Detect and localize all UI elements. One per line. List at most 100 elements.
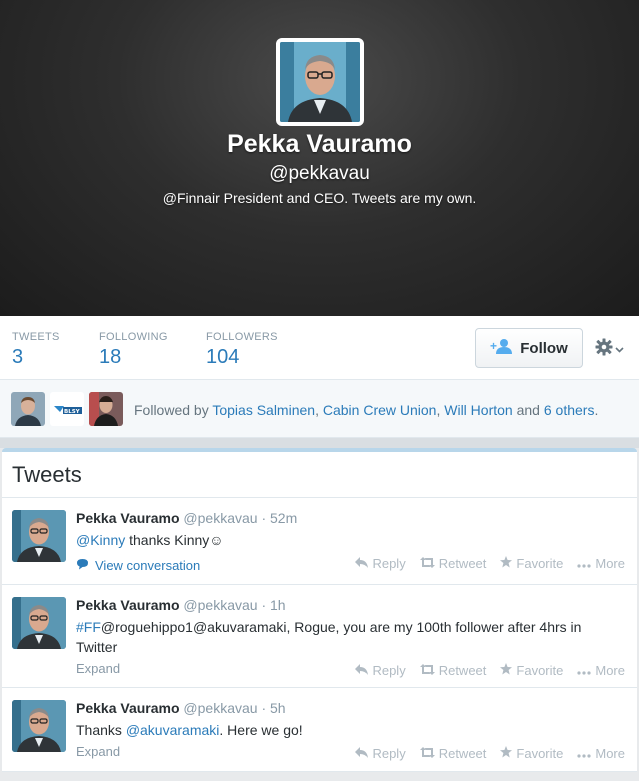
svg-text:+: + [490, 339, 497, 353]
tweets-timeline: Tweets Pekka Vauramo @pekkavau · 52m @Ki… [2, 448, 637, 772]
favorite-label: Favorite [516, 663, 564, 678]
more-dots-icon [577, 556, 591, 571]
tweet-timestamp[interactable]: 5h [270, 700, 286, 716]
stat-value: 104 [206, 346, 240, 368]
profile-avatar[interactable] [276, 38, 364, 126]
profile-handle: @pekkavau [269, 163, 370, 184]
followed-by-and: and [516, 402, 540, 418]
chevron-down-icon [615, 340, 624, 356]
favorite-label: Favorite [516, 556, 564, 571]
view-conversation-label: View conversation [95, 558, 201, 573]
favorite-label: Favorite [516, 746, 564, 761]
retweet-button[interactable]: Retweet [419, 663, 487, 678]
gear-icon [595, 338, 613, 359]
stat-followers[interactable]: FOLLOWERS 104 [206, 331, 278, 369]
reply-button[interactable]: Reply [355, 746, 406, 761]
reply-button[interactable]: Reply [355, 663, 406, 678]
star-icon [500, 556, 513, 571]
tweet[interactable]: Pekka Vauramo @pekkavau · 52m @Kinny tha… [2, 498, 637, 585]
reply-button[interactable]: Reply [355, 556, 406, 571]
star-icon [500, 746, 513, 761]
followed-by-prefix: Followed by [134, 402, 209, 418]
follower-link[interactable]: Will Horton [444, 402, 512, 418]
follower-link[interactable]: Topias Salminen [212, 402, 315, 418]
tweet-author-handle[interactable]: @pekkavau [183, 700, 257, 716]
tweet-timestamp[interactable]: 1h [270, 597, 286, 613]
reply-label: Reply [372, 663, 406, 678]
followed-by-period: . [594, 402, 599, 418]
stat-label: TWEETS [12, 331, 60, 343]
view-conversation-link[interactable]: View conversation [76, 558, 200, 573]
followed-by-text: Followed by Topias Salminen, Cabin Crew … [134, 402, 599, 418]
tweet-author-handle[interactable]: @pekkavau [183, 510, 257, 526]
tweet-author-handle[interactable]: @pekkavau [183, 597, 257, 613]
expand-link[interactable]: Expand [76, 661, 120, 676]
retweet-label: Retweet [438, 663, 487, 678]
stat-following[interactable]: FOLLOWING 18 [99, 331, 168, 369]
tweet-text: #FF@roguehippo1@akuvaramaki, Rogue, you … [76, 617, 616, 657]
retweet-button[interactable]: Retweet [419, 746, 486, 761]
more-button[interactable]: More [577, 663, 625, 678]
tweet[interactable]: Pekka Vauramo @pekkavau · 1h #FF@roguehi… [2, 585, 637, 688]
retweet-icon [419, 663, 435, 678]
followed-by-bar: BLSY Followed by Topias Salminen, Cabin … [0, 380, 639, 438]
tweet-avatar[interactable] [12, 700, 66, 752]
star-icon [500, 663, 513, 678]
tweet-body-prefix: Thanks [76, 722, 126, 738]
svg-text:BLSY: BLSY [64, 409, 81, 415]
tweet-author-name[interactable]: Pekka Vauramo [76, 510, 180, 526]
tweet-avatar[interactable] [12, 597, 66, 649]
mention-link[interactable]: @akuvaramaki [126, 722, 220, 738]
add-user-icon: + [490, 338, 513, 358]
tweet-text: @Kinny thanks Kinny☺ [76, 530, 616, 550]
hashtag-link[interactable]: #FF [76, 619, 101, 635]
retweet-button[interactable]: Retweet [419, 556, 487, 571]
tweet-actions: Reply Retweet Favorite More [355, 556, 625, 571]
follower-avatar[interactable] [11, 392, 45, 426]
stat-value: 18 [99, 346, 122, 368]
follow-button-label: Follow [520, 339, 568, 357]
more-label: More [595, 663, 625, 678]
favorite-button[interactable]: Favorite [500, 746, 563, 761]
profile-bio: @Finnair President and CEO. Tweets are m… [162, 190, 477, 206]
tweet-timestamp[interactable]: 52m [270, 510, 297, 526]
tweet-header: Pekka Vauramo @pekkavau · 5h [76, 700, 286, 716]
tweet-avatar[interactable] [12, 510, 66, 562]
stat-value: 3 [12, 346, 24, 368]
stat-tweets[interactable]: TWEETS 3 [12, 331, 60, 369]
more-label: More [595, 746, 625, 761]
follower-link[interactable]: Cabin Crew Union [323, 402, 437, 418]
others-link[interactable]: 6 others [544, 402, 595, 418]
retweet-label: Retweet [438, 556, 487, 571]
favorite-button[interactable]: Favorite [500, 663, 563, 678]
more-label: More [595, 556, 625, 571]
tweet-header: Pekka Vauramo @pekkavau · 1h [76, 597, 286, 613]
follower-avatar[interactable] [89, 392, 123, 426]
more-button[interactable]: More [577, 556, 625, 571]
follow-button[interactable]: + Follow [475, 328, 583, 368]
reply-label: Reply [372, 746, 406, 761]
tweet-header: Pekka Vauramo @pekkavau · 52m [76, 510, 298, 526]
profile-name: Pekka Vauramo [227, 130, 412, 158]
user-actions-dropdown[interactable] [595, 336, 624, 360]
reply-icon [355, 556, 369, 571]
more-button[interactable]: More [577, 746, 625, 761]
tweet[interactable]: Pekka Vauramo @pekkavau · 5h Thanks @aku… [2, 688, 637, 772]
follower-avatar-logo[interactable]: BLSY [50, 392, 84, 426]
tweets-heading: Tweets [2, 452, 637, 498]
more-dots-icon [577, 663, 591, 678]
speech-bubble-icon [76, 558, 89, 573]
expand-link[interactable]: Expand [76, 744, 120, 759]
tweet-body: @roguehippo1@akuvaramaki, Rogue, you are… [76, 619, 582, 655]
tweet-author-name[interactable]: Pekka Vauramo [76, 700, 180, 716]
stat-label: FOLLOWERS [206, 331, 278, 343]
tweet-actions: Reply Retweet Favorite More [355, 663, 625, 678]
reply-icon [355, 746, 369, 761]
favorite-button[interactable]: Favorite [500, 556, 563, 571]
stat-label: FOLLOWING [99, 331, 168, 343]
section-divider [0, 438, 639, 448]
tweet-author-name[interactable]: Pekka Vauramo [76, 597, 180, 613]
profile-stats-bar: TWEETS 3 FOLLOWING 18 FOLLOWERS 104 + Fo… [0, 316, 639, 380]
mention-link[interactable]: @Kinny [76, 532, 125, 548]
profile-header: Pekka Vauramo @pekkavau @Finnair Preside… [0, 0, 639, 316]
